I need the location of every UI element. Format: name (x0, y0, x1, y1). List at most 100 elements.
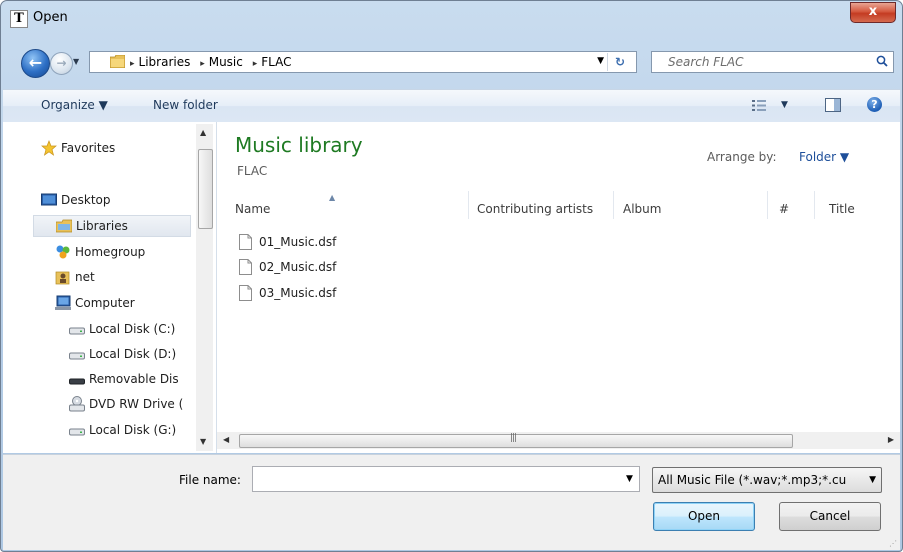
close-button[interactable]: x (850, 2, 896, 23)
user-folder-icon (55, 271, 70, 285)
sidebar-item-local-disk-c[interactable]: Local Disk (C:) (69, 319, 193, 339)
address-dropdown[interactable]: ▼ (597, 56, 604, 66)
sidebar-item-label: Desktop (61, 193, 111, 207)
sidebar-item-label: Homegroup (75, 245, 146, 259)
breadcrumb-flac[interactable]: FLAC (261, 55, 291, 69)
resize-grip-icon[interactable]: ⋰ (889, 539, 897, 548)
column-header-label: Contributing artists (477, 202, 594, 216)
title-bar[interactable]: T Open x (1, 1, 902, 37)
breadcrumb-libraries[interactable]: Libraries (139, 55, 191, 69)
column-header-label: Title (829, 202, 855, 216)
sidebar-item-label: Local Disk (G:) (89, 423, 177, 437)
file-type-filter-select[interactable]: All Music File (*.wav;*.mp3;*.cu ▼ (652, 467, 882, 493)
change-view-dropdown[interactable]: ▼ (781, 100, 788, 110)
sidebar-item-favorites[interactable]: Favorites (41, 138, 191, 158)
preview-pane-icon[interactable] (825, 98, 841, 112)
scroll-down-icon[interactable]: ▼ (200, 437, 206, 446)
sidebar-item-local-disk-d[interactable]: Local Disk (D:) (69, 344, 193, 364)
library-title: Music library (235, 133, 363, 157)
sidebar-item-label: Libraries (76, 219, 128, 233)
file-list-pane: Music library FLAC Arrange by: Folder ▼ … (217, 122, 900, 453)
sidebar-item-dvd-rw-drive[interactable]: DVD RW Drive ( (69, 394, 193, 414)
file-row[interactable]: 02_Music.dsf (239, 258, 439, 278)
organize-button[interactable]: Organize ▼ (41, 98, 108, 112)
scrollbar-grip-icon: ||| (510, 433, 517, 443)
search-icon[interactable] (876, 55, 888, 67)
breadcrumb-music[interactable]: Music (209, 55, 243, 69)
breadcrumb-separator: ▸ (200, 59, 205, 69)
drive-icon (69, 428, 85, 436)
breadcrumb-separator: ▸ (130, 59, 135, 69)
refresh-button[interactable]: ↻ (607, 53, 632, 71)
scroll-right-icon[interactable]: ▶ (888, 435, 894, 444)
chevron-down-icon: ▼ (869, 475, 876, 485)
breadcrumb-separator: ▸ (252, 59, 258, 69)
app-icon: T (10, 10, 28, 28)
recent-locations-dropdown[interactable]: ▼ (73, 57, 83, 67)
column-header-track-number[interactable]: # (768, 191, 815, 219)
file-row[interactable]: 01_Music.dsf (239, 233, 439, 253)
homegroup-icon (56, 245, 70, 259)
file-name: 03_Music.dsf (259, 286, 337, 300)
sidebar-item-desktop[interactable]: Desktop (41, 190, 191, 210)
change-view-icon[interactable] (752, 99, 766, 112)
file-name-label: File name: (179, 473, 241, 487)
search-box[interactable]: Search FLAC (651, 51, 894, 73)
dialog-footer: File name: ▼ All Music File (*.wav;*.mp3… (3, 454, 900, 550)
column-header-title[interactable]: Title (815, 191, 885, 219)
help-icon[interactable]: ? (867, 97, 882, 112)
column-header-label: Album (623, 202, 662, 216)
breadcrumb: ▸ Libraries ▸ Music ▸ FLAC (128, 55, 295, 69)
sidebar-item-label: Computer (75, 296, 135, 310)
back-button[interactable]: ← (21, 49, 50, 78)
desktop-icon (41, 193, 57, 206)
file-icon (239, 234, 252, 250)
forward-button[interactable]: → (50, 52, 73, 75)
scrollbar-thumb[interactable] (198, 149, 213, 229)
new-folder-button[interactable]: New folder (153, 98, 218, 112)
sidebar-item-label: Favorites (61, 141, 116, 155)
sidebar-item-label: net (75, 270, 95, 284)
sidebar-item-computer[interactable]: Computer (55, 293, 193, 313)
drive-icon (69, 327, 85, 335)
file-name: 01_Music.dsf (259, 235, 337, 249)
sidebar-item-label: Local Disk (D:) (89, 347, 177, 361)
scroll-left-icon[interactable]: ◀ (223, 435, 229, 444)
command-toolbar: Organize ▼ New folder ▼ ? (3, 89, 900, 123)
sidebar-item-label: Local Disk (C:) (89, 322, 176, 336)
column-header-contributing-artists[interactable]: Contributing artists (469, 191, 614, 219)
sidebar-item-local-disk-g[interactable]: Local Disk (G:) (69, 420, 193, 440)
column-header-album[interactable]: Album (614, 191, 768, 219)
drive-icon (69, 352, 85, 360)
file-name-input[interactable] (252, 466, 640, 492)
navigation-pane-scrollbar[interactable]: ▲ ▼ (196, 124, 213, 451)
sidebar-item-homegroup[interactable]: Homegroup (55, 242, 193, 262)
arrange-by-dropdown[interactable]: Folder ▼ (799, 150, 849, 164)
navigation-pane: Favorites Desktop Libraries Homegroup ne… (3, 122, 217, 453)
sidebar-item-label: DVD RW Drive ( (89, 397, 184, 411)
scroll-up-icon[interactable]: ▲ (200, 128, 206, 137)
column-header-label: Name (235, 202, 271, 216)
column-header-label: # (779, 202, 790, 216)
file-row[interactable]: 03_Music.dsf (239, 284, 439, 304)
column-header-name[interactable]: ▲ Name (217, 191, 469, 219)
folder-icon (110, 55, 125, 68)
computer-icon (55, 295, 71, 310)
sidebar-item-removable-disk[interactable]: Removable Dis (69, 369, 193, 389)
scrollbar-thumb[interactable]: ||| (239, 433, 793, 448)
file-icon (239, 285, 252, 301)
cancel-button[interactable]: Cancel (779, 502, 881, 531)
libraries-icon (56, 219, 72, 233)
sidebar-item-label: Removable Dis (89, 372, 179, 386)
arrange-by-label: Arrange by: (707, 150, 777, 164)
file-list-horizontal-scrollbar[interactable]: ◀ ||| ▶ (217, 432, 900, 449)
sidebar-item-libraries[interactable]: Libraries (33, 215, 191, 237)
dvd-drive-icon (69, 396, 85, 412)
navigation-bar: ← → ▼ ▸ Libraries ▸ Music ▸ FLAC ▼ ↻ Search… (1, 43, 902, 81)
search-input[interactable]: Search FLAC (668, 55, 743, 69)
file-name: 02_Music.dsf (259, 260, 337, 274)
sidebar-item-net[interactable]: net (55, 267, 193, 287)
address-bar[interactable]: ▸ Libraries ▸ Music ▸ FLAC ▼ ↻ (89, 51, 637, 73)
removable-drive-icon (69, 378, 85, 385)
open-button[interactable]: Open (653, 502, 755, 531)
